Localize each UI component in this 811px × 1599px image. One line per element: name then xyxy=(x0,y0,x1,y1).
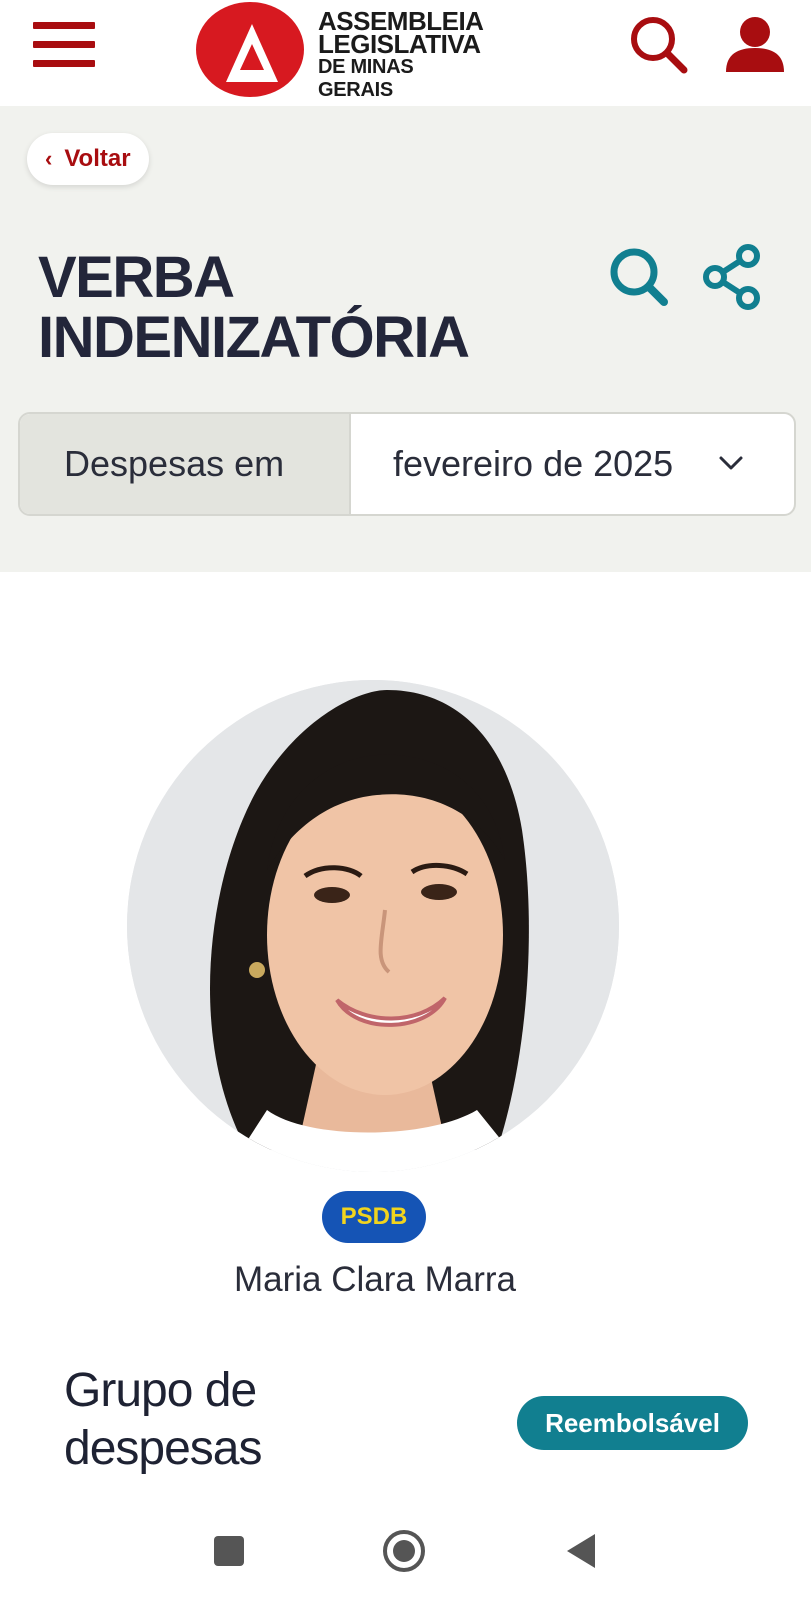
member-photo xyxy=(127,680,619,1172)
period-filter: Despesas em fevereiro de 2025 xyxy=(18,412,796,516)
system-navigation-bar xyxy=(0,1502,811,1599)
share-icon[interactable] xyxy=(700,242,766,312)
home-circle-icon[interactable] xyxy=(382,1529,426,1573)
logo-wordmark: ASSEMBLEIA LEGISLATIVA DE MINAS GERAIS xyxy=(318,8,486,102)
period-select[interactable]: fevereiro de 2025 xyxy=(353,414,794,514)
user-icon[interactable] xyxy=(724,14,786,76)
recents-square-icon[interactable] xyxy=(214,1536,244,1566)
period-selected-value: fevereiro de 2025 xyxy=(393,443,673,484)
back-triangle-icon[interactable] xyxy=(565,1532,597,1570)
reimbursable-badge: Reembolsável xyxy=(517,1396,748,1450)
hero-section: ‹ Voltar VERBA INDENIZATÓRIA Despesas em… xyxy=(0,106,811,572)
almg-logo[interactable]: ASSEMBLEIA LEGISLATIVA DE MINAS GERAIS xyxy=(196,2,486,101)
back-button-label: Voltar xyxy=(64,145,131,172)
chevron-left-icon: ‹ xyxy=(45,146,53,171)
page-title: VERBA INDENIZATÓRIA xyxy=(38,245,470,370)
back-button[interactable]: ‹ Voltar xyxy=(27,133,149,185)
logo-mark-icon xyxy=(196,2,304,97)
logo-line-3: DE MINAS GERAIS xyxy=(318,56,414,101)
expense-group-title: Grupo de despesas xyxy=(64,1364,262,1475)
site-header: ASSEMBLEIA LEGISLATIVA DE MINAS GERAIS xyxy=(0,0,811,106)
period-label: Despesas em xyxy=(20,414,351,514)
party-badge: PSDB xyxy=(322,1191,426,1243)
member-name: Maria Clara Marra xyxy=(234,1260,516,1299)
search-icon[interactable] xyxy=(606,242,676,312)
chevron-down-icon xyxy=(719,456,743,470)
search-icon[interactable] xyxy=(628,14,690,76)
hamburger-menu-icon[interactable] xyxy=(33,22,95,68)
portrait-illustration xyxy=(127,680,619,1172)
logo-line-2: LEGISLATIVA xyxy=(318,29,481,59)
